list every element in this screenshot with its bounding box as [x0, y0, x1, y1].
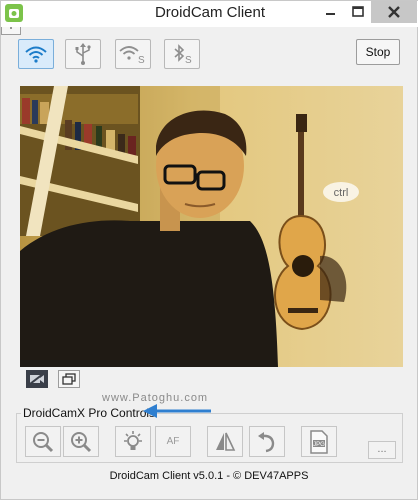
close-icon [388, 6, 400, 18]
zoom-in-icon [71, 431, 92, 452]
zoom-in-button[interactable] [63, 426, 99, 457]
droidcam-window: DroidCam Client S S Stop ctrl www.Patogh… [0, 0, 418, 500]
camera-preview: ctrl [20, 86, 403, 367]
light-button[interactable] [115, 426, 151, 457]
autofocus-button[interactable]: AF [155, 426, 191, 457]
footer-version: DroidCam Client v5.0.1 - © DEV47APPS [109, 470, 309, 482]
popout-window-icon [62, 373, 76, 385]
svg-text:JPG: JPG [313, 442, 325, 448]
mirror-button[interactable] [207, 426, 243, 457]
arrow-icon [141, 402, 215, 420]
bluetooth-server-mode-button[interactable]: S [164, 39, 200, 69]
mirror-icon [216, 432, 236, 451]
close-button[interactable] [371, 1, 417, 23]
svg-text:S: S [185, 55, 192, 65]
more-options-button[interactable]: ... [368, 441, 396, 459]
wifi-mode-button[interactable] [18, 39, 54, 69]
usb-icon [75, 43, 91, 65]
rotate-button[interactable] [249, 426, 285, 457]
autofocus-label: AF [166, 436, 180, 447]
minimize-icon [326, 13, 335, 15]
wifi-server-mode-button[interactable]: S [115, 39, 151, 69]
jpg-icon: JPG [310, 429, 328, 454]
maximize-icon [352, 6, 364, 17]
bluetooth-server-icon: S [174, 44, 192, 65]
light-bulb-icon [124, 430, 142, 450]
popout-button[interactable] [58, 370, 80, 388]
wifi-server-icon: S [119, 46, 145, 65]
camera-off-button[interactable] [26, 370, 48, 388]
pro-controls-label: DroidCamX Pro Controls [21, 406, 158, 420]
camera-off-icon [29, 373, 44, 385]
usb-mode-button[interactable] [65, 39, 101, 69]
preview-watermark-text: ctrl [334, 187, 349, 199]
zoom-out-button[interactable] [25, 426, 61, 457]
title-bar[interactable]: DroidCam Client [1, 1, 418, 27]
rotate-icon [258, 431, 275, 452]
camera-frame-image: ctrl [20, 86, 403, 367]
zoom-out-icon [33, 431, 54, 452]
wifi-icon [25, 46, 47, 63]
stop-button[interactable]: Stop [356, 39, 400, 65]
save-jpg-button[interactable]: JPG [301, 426, 337, 457]
maximize-button[interactable] [345, 1, 371, 23]
svg-text:S: S [138, 55, 145, 65]
minimize-button[interactable] [317, 1, 343, 23]
